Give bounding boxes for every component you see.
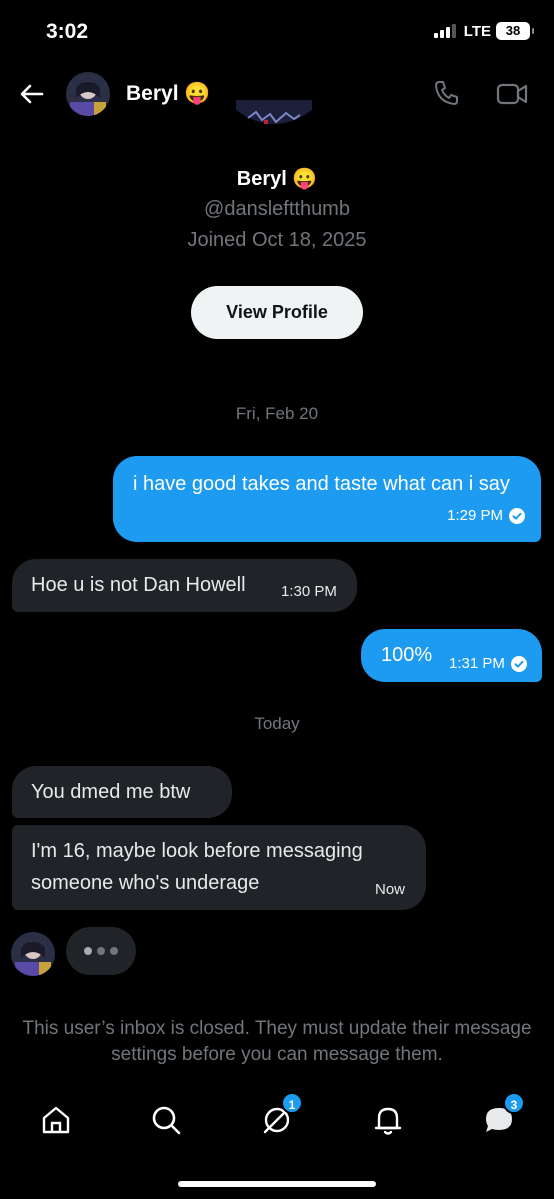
message-received[interactable]: I'm 16, maybe look before messaging some… [12, 825, 426, 910]
network-label: LTE [463, 22, 491, 40]
message-text: 100% [381, 644, 433, 666]
back-button[interactable] [16, 78, 48, 110]
header-name[interactable]: Beryl 😛 [126, 82, 211, 106]
message-received[interactable]: Hoe u is not Dan Howell 1:30 PM [12, 559, 357, 612]
status-indicators: LTE 38 [433, 22, 534, 40]
message-text: i have good takes and taste what can i s… [133, 473, 510, 495]
message-time: 1:31 PM [449, 655, 505, 672]
message-time: 1:30 PM [281, 583, 337, 600]
video-icon [496, 83, 528, 105]
message-time: 1:29 PM [447, 507, 503, 524]
read-check-icon [509, 508, 525, 524]
signal-icon [433, 24, 456, 38]
home-indicator [178, 1181, 376, 1187]
message-time: Now [374, 881, 405, 898]
view-profile-button[interactable]: View Profile [191, 286, 363, 339]
nav-grok[interactable]: 1 [259, 1092, 303, 1138]
profile-handle: @dansleftthumb [204, 198, 350, 220]
profile-joined-date: Joined Oct 18, 2025 [187, 229, 367, 251]
message-sent[interactable]: 100% 1:31 PM [361, 629, 542, 682]
avatar[interactable] [11, 932, 55, 976]
notification-badge: 3 [503, 1092, 525, 1114]
message-text: Hoe u is not Dan Howell [31, 574, 246, 596]
message-sent[interactable]: i have good takes and taste what can i s… [113, 456, 541, 542]
notification-badge: 1 [281, 1092, 303, 1114]
call-button[interactable] [432, 78, 462, 108]
nav-notifications[interactable] [370, 1102, 406, 1138]
inbox-closed-notice: This user’s inbox is closed. They must u… [22, 1018, 532, 1065]
profile-avatar [236, 100, 312, 130]
message-received[interactable]: You dmed me btw [12, 766, 232, 818]
nav-search[interactable] [148, 1102, 184, 1138]
date-separator: Fri, Feb 20 [235, 404, 319, 423]
video-call-button[interactable] [496, 80, 528, 108]
home-icon [42, 1106, 70, 1134]
search-icon [152, 1106, 181, 1135]
back-arrow-icon [20, 84, 44, 104]
message-text: I'm 16, maybe look before messaging some… [31, 840, 363, 894]
profile-name: Beryl 😛 [236, 168, 318, 190]
date-separator: Today [254, 714, 300, 733]
message-text: You dmed me btw [31, 781, 191, 803]
avatar[interactable] [66, 72, 110, 116]
nav-messages[interactable]: 3 [481, 1092, 525, 1138]
battery-icon: 38 [496, 22, 534, 40]
typing-indicator [66, 927, 136, 975]
bell-icon [374, 1107, 402, 1135]
phone-icon [435, 81, 458, 105]
status-time: 3:02 [46, 20, 89, 43]
nav-home[interactable] [38, 1102, 74, 1138]
read-check-icon [510, 656, 527, 672]
